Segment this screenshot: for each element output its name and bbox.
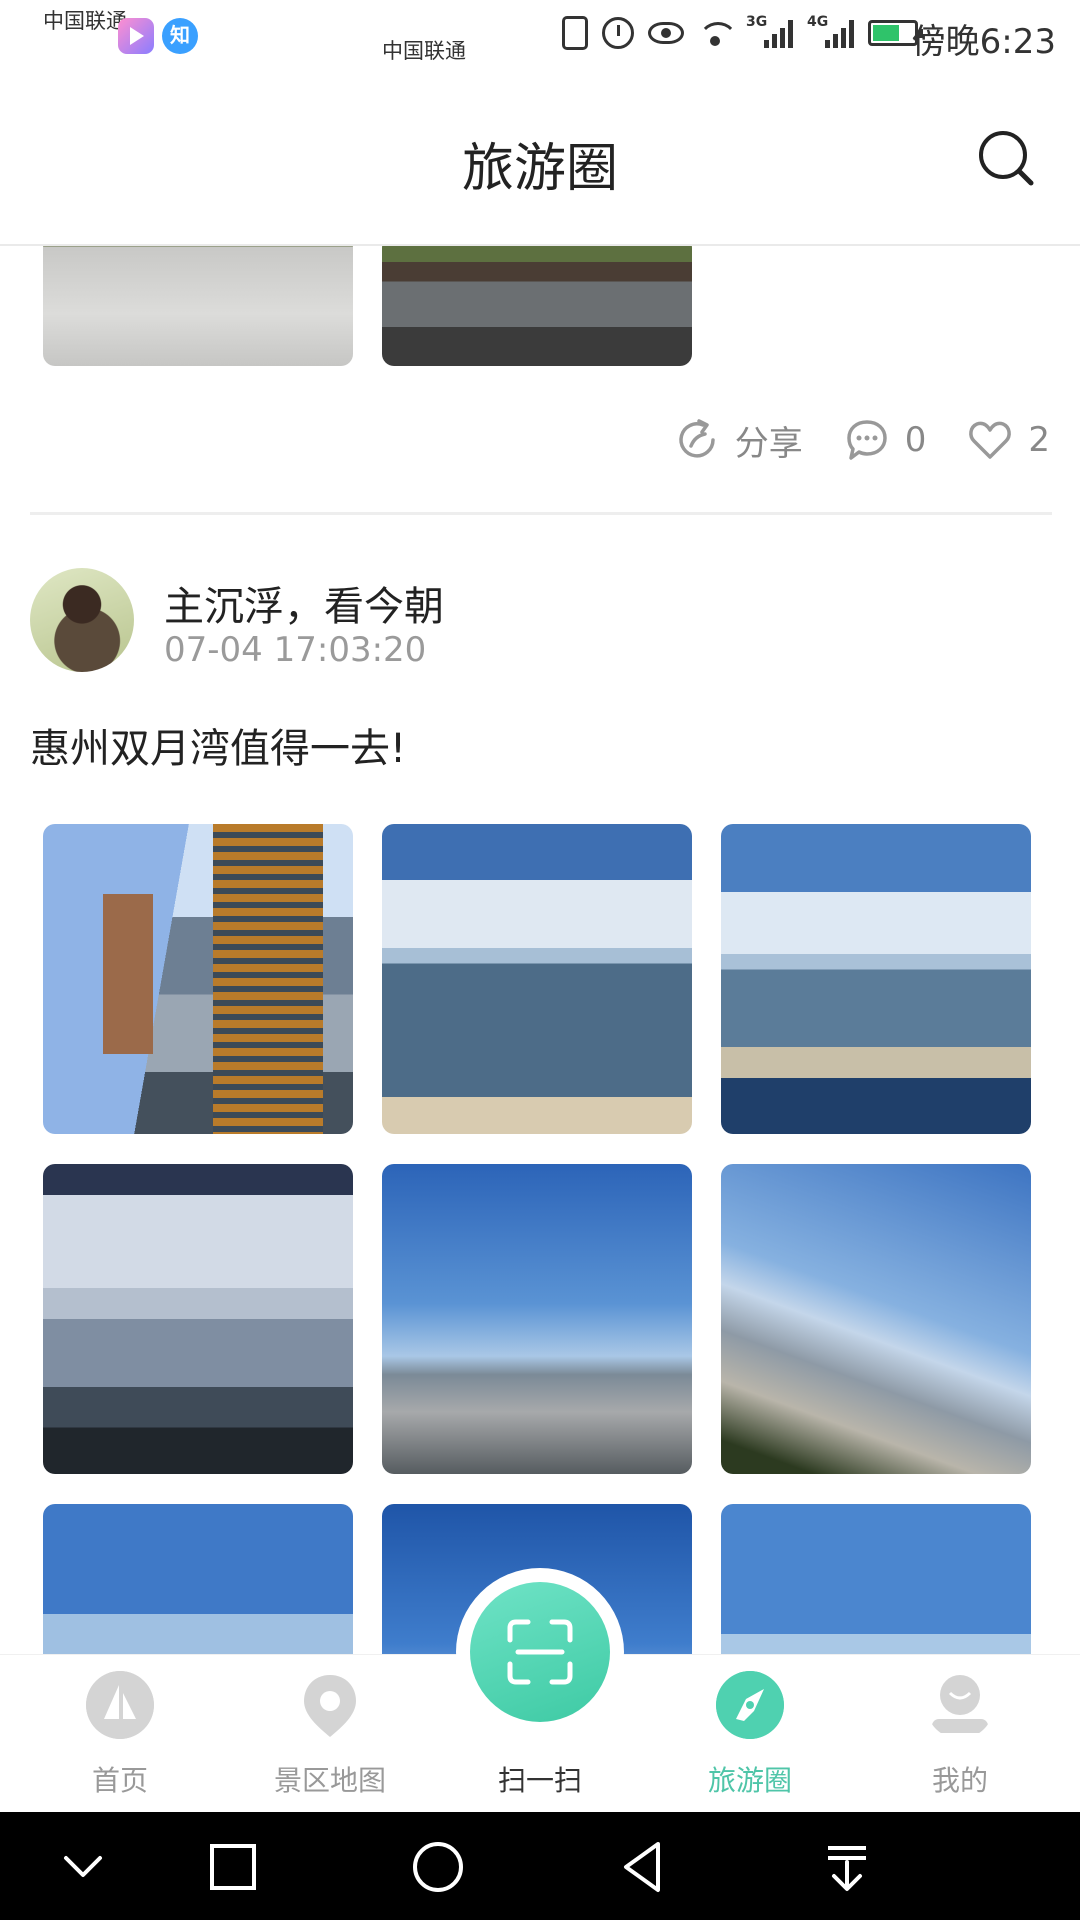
search-icon[interactable] bbox=[976, 128, 1036, 188]
comment-button[interactable]: 0 bbox=[843, 416, 927, 464]
nav-label: 扫一扫 bbox=[497, 1764, 582, 1797]
post-header: 主沉浮，看今朝 07-04 17:03:20 bbox=[30, 568, 1050, 678]
like-button[interactable]: 2 bbox=[966, 416, 1050, 464]
comment-count: 0 bbox=[904, 420, 927, 460]
post-photo[interactable] bbox=[43, 1504, 353, 1654]
status-time: 傍晚6:23 bbox=[911, 22, 1056, 62]
alarm-icon bbox=[602, 17, 634, 49]
recent-apps-icon[interactable] bbox=[198, 1832, 268, 1902]
post-divider bbox=[30, 512, 1052, 515]
screen: 中国联通 中国联通 知 3G 4G 傍晚6:23 旅游圈 分享 0 2 主沉浮，… bbox=[0, 0, 1080, 1920]
nav-item-travel-circle[interactable]: 旅游圈 bbox=[642, 1655, 858, 1813]
nav-label: 景区地图 bbox=[273, 1764, 386, 1797]
nav-label: 旅游圈 bbox=[707, 1764, 792, 1797]
compass-icon bbox=[716, 1671, 784, 1739]
comment-icon bbox=[846, 420, 887, 460]
post-photo[interactable] bbox=[382, 824, 692, 1134]
nav-label: 我的 bbox=[931, 1764, 988, 1797]
scan-button[interactable] bbox=[470, 1582, 610, 1722]
post-actions: 分享 0 2 bbox=[673, 412, 1050, 468]
scan-icon bbox=[507, 1619, 573, 1685]
post-photo[interactable] bbox=[43, 824, 353, 1134]
heart-icon bbox=[969, 421, 1012, 459]
system-nav-bar bbox=[0, 1812, 1080, 1920]
nav-item-map[interactable]: 景区地图 bbox=[222, 1655, 438, 1813]
share-label: 分享 bbox=[734, 423, 803, 464]
like-count: 2 bbox=[1028, 420, 1050, 460]
nav-item-profile[interactable]: 我的 bbox=[852, 1655, 1068, 1813]
share-icon bbox=[679, 419, 715, 458]
carrier-label: 中国联通 bbox=[382, 39, 466, 63]
post-photo[interactable] bbox=[43, 1164, 353, 1474]
notification-pull-icon[interactable] bbox=[812, 1832, 882, 1902]
post-photo[interactable] bbox=[382, 1164, 692, 1474]
wifi-icon bbox=[698, 20, 732, 46]
home-sail-icon bbox=[86, 1671, 154, 1739]
battery-icon bbox=[868, 20, 923, 46]
vibrate-icon bbox=[562, 16, 588, 50]
avatar[interactable] bbox=[30, 568, 134, 672]
home-icon[interactable] bbox=[403, 1832, 473, 1902]
back-icon[interactable] bbox=[608, 1832, 678, 1902]
post-photo[interactable] bbox=[721, 824, 1031, 1134]
carrier-label: 中国联通 bbox=[43, 9, 127, 33]
map-pin-icon bbox=[304, 1675, 356, 1737]
eye-comfort-icon bbox=[648, 22, 684, 44]
status-bar: 中国联通 中国联通 知 3G 4G 傍晚6:23 bbox=[0, 0, 1080, 74]
chevron-down-icon[interactable] bbox=[48, 1832, 118, 1902]
video-app-icon bbox=[118, 18, 154, 54]
author-name[interactable]: 主沉浮，看今朝 bbox=[164, 574, 444, 632]
page-title: 旅游圈 bbox=[461, 139, 618, 199]
nav-item-home[interactable]: 首页 bbox=[12, 1655, 228, 1813]
status-icons: 3G 4G bbox=[562, 14, 923, 50]
share-button[interactable]: 分享 bbox=[673, 416, 803, 465]
post-photo[interactable] bbox=[382, 246, 692, 366]
post-time: 07-04 17:03:20 bbox=[164, 630, 427, 670]
post-photo[interactable] bbox=[721, 1504, 1031, 1654]
post-photo[interactable] bbox=[43, 246, 353, 366]
zhihu-app-icon: 知 bbox=[162, 18, 198, 54]
profile-icon bbox=[932, 1675, 988, 1733]
feed[interactable]: 分享 0 2 主沉浮，看今朝 07-04 17:03:20 惠州双月湾值得一去! bbox=[0, 246, 1080, 1654]
nav-label: 首页 bbox=[91, 1764, 148, 1797]
post-photo[interactable] bbox=[721, 1164, 1031, 1474]
signal-4g-icon: 4G bbox=[807, 14, 854, 48]
app-header: 旅游圈 bbox=[0, 74, 1080, 246]
post-text: 惠州双月湾值得一去! bbox=[30, 726, 407, 772]
signal-3g-icon: 3G bbox=[746, 14, 793, 48]
